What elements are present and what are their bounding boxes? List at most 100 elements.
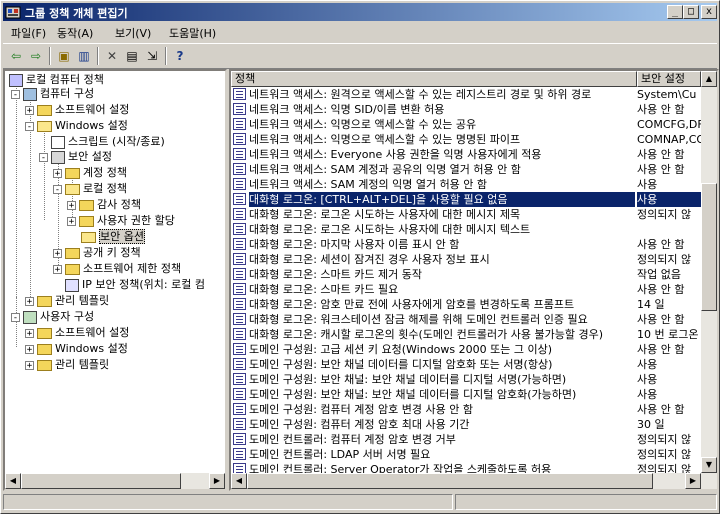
tree-item-security-settings[interactable]: - 보안 설정 bbox=[39, 149, 112, 165]
policy-row[interactable]: 도메인 구성원: 보안 채널 데이터를 디지털 암호화 또는 서명(항상) 사용 bbox=[231, 357, 701, 372]
show-tree-icon[interactable]: ▥ bbox=[75, 47, 93, 65]
tree-item-scripts[interactable]: 스크립트 (시작/종료) bbox=[51, 134, 165, 150]
menu-action[interactable]: 동작(A) bbox=[57, 25, 93, 41]
expand-icon[interactable]: + bbox=[53, 248, 62, 258]
scroll-right-icon[interactable]: ▶ bbox=[685, 473, 701, 489]
policy-setting: COMNAP,CO bbox=[637, 133, 701, 146]
policy-row[interactable]: 네트워크 액세스: SAM 계정의 익명 열거 허용 안 함 사용 bbox=[231, 177, 701, 192]
maximize-button[interactable]: □ bbox=[683, 5, 699, 19]
collapse-icon[interactable]: - bbox=[53, 184, 62, 194]
delete-icon[interactable]: ✕ bbox=[103, 47, 121, 65]
scroll-thumb[interactable] bbox=[21, 473, 181, 489]
policy-icon bbox=[233, 238, 246, 250]
scroll-down-icon[interactable]: ▼ bbox=[701, 457, 717, 473]
policy-row[interactable]: 네트워크 액세스: SAM 계정과 공유의 익명 열거 허용 안 함 사용 안 함 bbox=[231, 162, 701, 177]
up-folder-icon[interactable]: ▣ bbox=[55, 47, 73, 65]
column-header-policy[interactable]: 정책 bbox=[231, 71, 637, 87]
tree-hscrollbar[interactable]: ◀ ▶ bbox=[5, 473, 225, 489]
policy-row[interactable]: 대화형 로그온: 로그온 시도하는 사용자에 대한 메시지 제목 정의되지 않 bbox=[231, 207, 701, 222]
policy-setting: 사용 안 함 bbox=[637, 343, 685, 356]
tree-item-audit-policy[interactable]: + 감사 정책 bbox=[67, 197, 141, 213]
policy-name: 대화형 로그온: 스마트 카드 제거 동작 bbox=[249, 268, 422, 281]
list-hscrollbar[interactable]: ◀ ▶ bbox=[231, 473, 701, 489]
expand-icon[interactable]: + bbox=[25, 105, 34, 115]
tree-pane[interactable]: 로컬 컴퓨터 정책 - 컴퓨터 구성 + 소프트웨어 설정 - Windows 설정 … bbox=[3, 69, 227, 491]
policy-icon bbox=[233, 388, 246, 400]
expand-icon[interactable]: + bbox=[53, 168, 62, 178]
minimize-button[interactable]: _ bbox=[667, 5, 683, 19]
tree-item-user-config[interactable]: - 사용자 구성 bbox=[11, 309, 94, 325]
menu-help[interactable]: 도움말(H) bbox=[169, 25, 216, 41]
properties-icon[interactable]: ▤ bbox=[123, 47, 141, 65]
back-icon[interactable]: ⇦ bbox=[7, 47, 25, 65]
scroll-left-icon[interactable]: ◀ bbox=[5, 473, 21, 489]
tree-item-public-key-policies[interactable]: + 공개 키 정책 bbox=[53, 245, 141, 261]
policy-row[interactable]: 대화형 로그온: [CTRL+ALT+DEL]을 사용할 필요 없음 사용 bbox=[231, 192, 701, 207]
expand-icon[interactable]: + bbox=[25, 360, 34, 370]
tree-item-software-settings[interactable]: + 소프트웨어 설정 bbox=[25, 102, 129, 118]
policy-row[interactable]: 도메인 컨트롤러: LDAP 서버 서명 필요 정의되지 않 bbox=[231, 447, 701, 462]
policy-row[interactable]: 네트워크 액세스: 익명으로 액세스할 수 있는 명명된 파이프 COMNAP,C… bbox=[231, 132, 701, 147]
policy-setting: 사용 안 함 bbox=[637, 103, 685, 116]
expand-icon[interactable]: + bbox=[53, 264, 62, 274]
expand-icon[interactable]: + bbox=[25, 296, 34, 306]
policy-row[interactable]: 네트워크 액세스: 원격으로 액세스할 수 있는 레지스트리 경로 및 하위 경… bbox=[231, 87, 701, 102]
tree-item-admin-templates[interactable]: + 관리 템플릿 bbox=[25, 293, 109, 309]
policy-row[interactable]: 대화형 로그온: 캐시할 로그온의 횟수(도메인 컨트롤러가 사용 불가능할 경… bbox=[231, 327, 701, 342]
collapse-icon[interactable]: - bbox=[11, 312, 20, 322]
tree-item-windows-settings[interactable]: - Windows 설정 bbox=[25, 118, 128, 134]
scroll-up-icon[interactable]: ▲ bbox=[701, 71, 717, 87]
tree-item-computer-config[interactable]: - 컴퓨터 구성 bbox=[11, 86, 94, 102]
export-list-icon[interactable]: ⇲ bbox=[143, 47, 161, 65]
policy-row[interactable]: 대화형 로그온: 세션이 잠겨진 경우 사용자 정보 표시 정의되지 않 bbox=[231, 252, 701, 267]
collapse-icon[interactable]: - bbox=[11, 89, 20, 99]
tree-item-user-windows-settings[interactable]: + Windows 설정 bbox=[25, 341, 128, 357]
tree-item-account-policies[interactable]: + 계정 정책 bbox=[53, 165, 127, 181]
policy-list-pane[interactable]: 정책 보안 설정 네트워크 액세스: 원격으로 액세스할 수 있는 레지스트리 … bbox=[229, 69, 719, 491]
policy-row[interactable]: 대화형 로그온: 로그온 시도하는 사용자에 대한 메시지 텍스트 bbox=[231, 222, 701, 237]
policy-row[interactable]: 도메인 구성원: 컴퓨터 계정 암호 최대 사용 기간 30 일 bbox=[231, 417, 701, 432]
policy-row[interactable]: 대화형 로그온: 워크스테이션 잠금 해제를 위해 도메인 컨트롤러 인증 필요… bbox=[231, 312, 701, 327]
scroll-thumb[interactable] bbox=[247, 473, 653, 489]
policy-row[interactable]: 도메인 컨트롤러: 컴퓨터 계정 암호 변경 거부 정의되지 않 bbox=[231, 432, 701, 447]
policy-row[interactable]: 도메인 구성원: 보안 채널: 보안 채널 데이터를 디지털 암호화(가능하면)… bbox=[231, 387, 701, 402]
policy-row[interactable]: 대화형 로그온: 마지막 사용자 이름 표시 안 함 사용 안 함 bbox=[231, 237, 701, 252]
tree-item-user-admin-templates[interactable]: + 관리 템플릿 bbox=[25, 357, 109, 373]
list-vscrollbar[interactable]: ▲ ▼ bbox=[701, 71, 717, 489]
tree-item-local-policies[interactable]: - 로컬 정책 bbox=[53, 181, 127, 197]
policy-icon bbox=[233, 88, 246, 100]
scroll-left-icon[interactable]: ◀ bbox=[231, 473, 247, 489]
forward-icon[interactable]: ⇨ bbox=[27, 47, 45, 65]
tree-item-ip-security[interactable]: IP 보안 정책(위치: 로컬 컴 bbox=[65, 277, 205, 293]
policy-row[interactable]: 대화형 로그온: 암호 만료 전에 사용자에게 암호를 변경하도록 프롬프트 14… bbox=[231, 297, 701, 312]
expand-icon[interactable]: + bbox=[25, 344, 34, 354]
scroll-right-icon[interactable]: ▶ bbox=[209, 473, 225, 489]
expand-icon[interactable]: + bbox=[67, 216, 76, 226]
policy-row[interactable]: 대화형 로그온: 스마트 카드 필요 사용 안 함 bbox=[231, 282, 701, 297]
menu-view[interactable]: 보기(V) bbox=[115, 25, 151, 41]
policy-row[interactable]: 네트워크 액세스: 익명으로 액세스할 수 있는 공유 COMCFG,DF bbox=[231, 117, 701, 132]
tree-item-security-options[interactable]: 보안 옵션 bbox=[81, 229, 145, 245]
policy-row[interactable]: 도메인 구성원: 보안 채널: 보안 채널 데이터를 디지털 서명(가능하면) 사… bbox=[231, 372, 701, 387]
toolbar-separator bbox=[49, 47, 51, 65]
collapse-icon[interactable]: - bbox=[39, 152, 48, 162]
scroll-thumb[interactable] bbox=[701, 183, 717, 311]
tree-item-user-software-settings[interactable]: + 소프트웨어 설정 bbox=[25, 325, 129, 341]
close-button[interactable]: x bbox=[701, 5, 717, 19]
title-bar[interactable]: 그룹 정책 개체 편집기 _ □ x bbox=[3, 3, 717, 21]
tree-item-software-restriction[interactable]: + 소프트웨어 제한 정책 bbox=[53, 261, 181, 277]
column-header-setting[interactable]: 보안 설정 bbox=[637, 71, 701, 87]
policy-setting: 사용 bbox=[637, 358, 658, 371]
folder-icon bbox=[37, 359, 52, 371]
policy-row[interactable]: 도메인 구성원: 컴퓨터 계정 암호 변경 사용 안 함 사용 안 함 bbox=[231, 402, 701, 417]
collapse-icon[interactable]: - bbox=[25, 121, 34, 131]
policy-row[interactable]: 대화형 로그온: 스마트 카드 제거 동작 작업 없음 bbox=[231, 267, 701, 282]
policy-row[interactable]: 네트워크 액세스: Everyone 사용 권한을 익명 사용자에게 적용 사용 … bbox=[231, 147, 701, 162]
help-icon[interactable]: ? bbox=[171, 47, 189, 65]
tree-item-user-rights[interactable]: + 사용자 권한 할당 bbox=[67, 213, 175, 229]
menu-file[interactable]: 파일(F) bbox=[11, 25, 46, 41]
expand-icon[interactable]: + bbox=[67, 200, 76, 210]
policy-row[interactable]: 네트워크 액세스: 익명 SID/이름 변환 허용 사용 안 함 bbox=[231, 102, 701, 117]
expand-icon[interactable]: + bbox=[25, 328, 34, 338]
policy-row[interactable]: 도메인 구성원: 고급 세션 키 요청(Windows 2000 또는 그 이상… bbox=[231, 342, 701, 357]
